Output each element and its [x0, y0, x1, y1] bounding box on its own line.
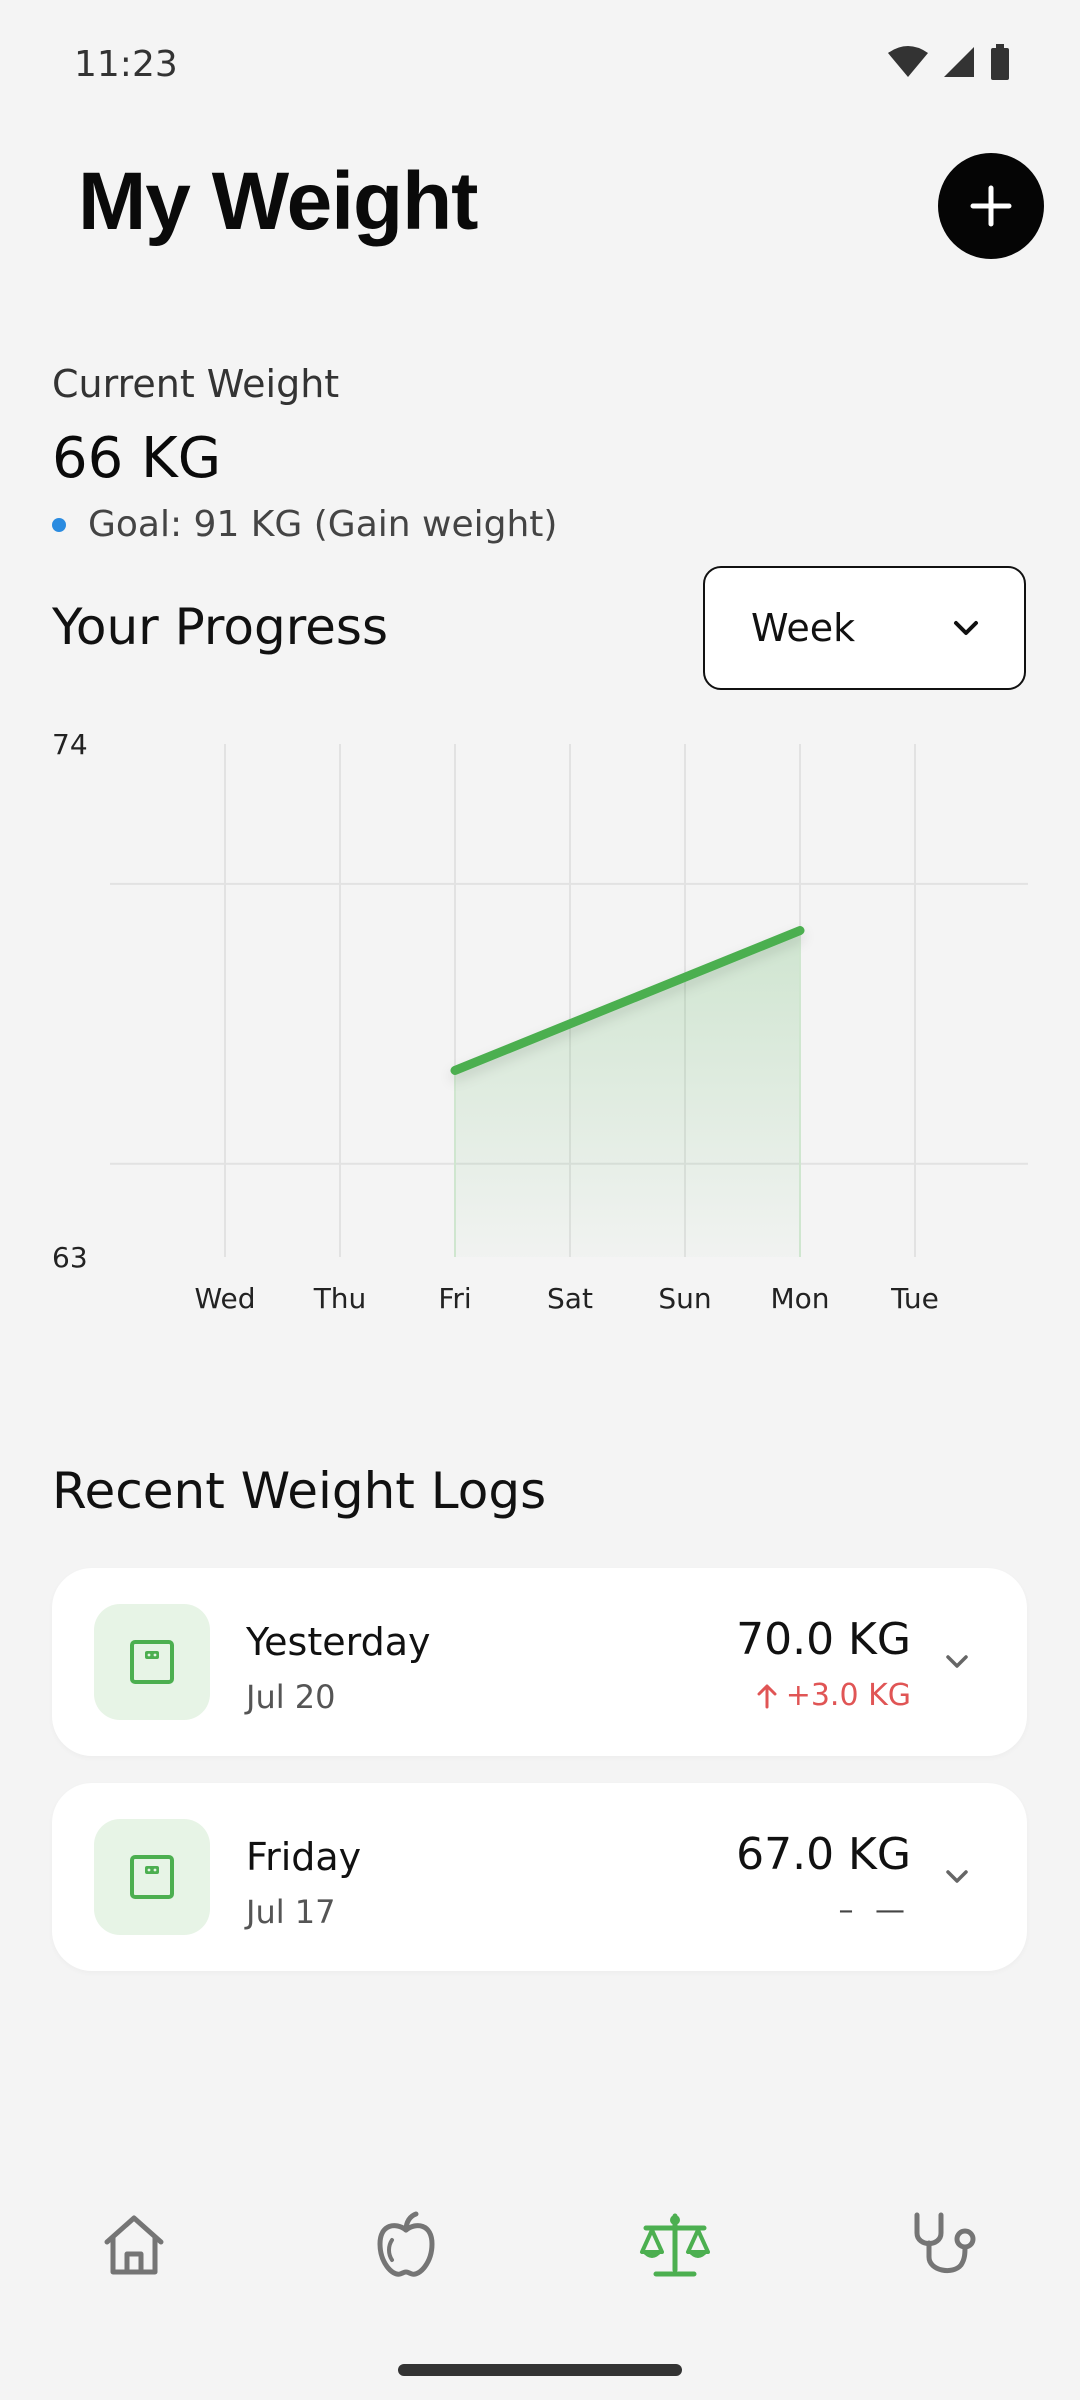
log-weight: 67.0 KG: [736, 1829, 911, 1880]
arrow-up-icon: [757, 1684, 777, 1708]
add-weight-button[interactable]: [938, 153, 1044, 259]
home-indicator[interactable]: [398, 2364, 682, 2376]
chart-y-ticks: 74 63: [52, 728, 88, 1274]
recent-logs-title: Recent Weight Logs: [52, 1462, 547, 1520]
goal-text: Goal: 91 KG (Gain weight): [88, 504, 558, 545]
chart-area-fill: [455, 930, 800, 1257]
current-weight-label: Current Weight: [52, 362, 340, 406]
balance-scale-icon: [640, 2213, 710, 2277]
log-date: Jul 20: [246, 1678, 336, 1716]
log-day: Yesterday: [246, 1620, 431, 1664]
status-time: 11:23: [74, 44, 178, 85]
bottom-navigation: [0, 2180, 1080, 2310]
goal-dot: [52, 517, 66, 532]
scale-icon: [130, 1855, 174, 1899]
nav-nutrition[interactable]: [346, 2180, 466, 2310]
chart-x-tick-label: Wed: [194, 1282, 255, 1315]
weight-log-card[interactable]: Yesterday Jul 20 70.0 KG +3.0 KG: [52, 1568, 1027, 1756]
chevron-down-icon[interactable]: [939, 1644, 975, 1680]
current-weight-value: 66 KG: [52, 426, 222, 491]
nav-weight[interactable]: [615, 2180, 735, 2310]
chart-y-tick-label: 74: [52, 728, 88, 761]
chart-x-tick-label: Sun: [658, 1282, 711, 1315]
progress-title: Your Progress: [52, 598, 389, 656]
log-change-value: +3.0 KG: [785, 1678, 911, 1713]
log-change: +3.0 KG: [756, 1678, 911, 1713]
chevron-down-icon: [954, 621, 978, 635]
home-icon: [104, 2215, 164, 2275]
weight-progress-chart: 74 63 Wed Thu Fri Sat Sun Mon Tue: [52, 728, 1028, 1315]
chart-data-point: [451, 1066, 459, 1075]
weight-log-card[interactable]: Friday Jul 17 67.0 KG – —: [52, 1783, 1027, 1971]
chart-x-ticks: Wed Thu Fri Sat Sun Mon Tue: [194, 1282, 938, 1315]
chart-x-tick-label: Mon: [770, 1282, 829, 1315]
wifi-icon: [888, 46, 928, 77]
chart-x-tick-label: Fri: [438, 1282, 471, 1315]
log-change-value: – —: [838, 1893, 911, 1928]
log-day: Friday: [246, 1835, 362, 1879]
stethoscope-icon: [914, 2212, 976, 2274]
log-weight: 70.0 KG: [736, 1614, 911, 1665]
chart-x-tick-label: Sat: [547, 1282, 593, 1315]
log-scale-badge: [94, 1819, 210, 1935]
chart-y-tick-label: 63: [52, 1241, 88, 1274]
signal-icon: [944, 47, 974, 77]
goal-row: Goal: 91 KG (Gain weight): [52, 504, 557, 545]
battery-icon: [991, 44, 1009, 80]
log-scale-badge: [94, 1604, 210, 1720]
log-date: Jul 17: [246, 1893, 336, 1931]
page-title: My Weight: [78, 156, 478, 247]
plus-icon: [970, 185, 1012, 227]
chart-x-tick-label: Tue: [890, 1282, 939, 1315]
status-bar: 11:23: [0, 0, 1080, 130]
period-dropdown[interactable]: Week: [703, 566, 1026, 690]
period-selected-value: Week: [751, 606, 856, 650]
apple-icon: [377, 2211, 435, 2277]
chevron-down-icon[interactable]: [939, 1859, 975, 1895]
chart-area-layer: [454, 930, 801, 1257]
log-change: – —: [838, 1893, 911, 1928]
status-icons: [888, 44, 1010, 80]
nav-home[interactable]: [74, 2180, 194, 2310]
chart-x-tick-label: Thu: [313, 1282, 367, 1315]
screen: 11:23 My Weight Current Weight 66 KG Goa…: [0, 0, 1080, 2400]
scale-icon: [130, 1640, 174, 1684]
chart-data-point: [796, 926, 804, 935]
nav-health[interactable]: [886, 2180, 1006, 2310]
